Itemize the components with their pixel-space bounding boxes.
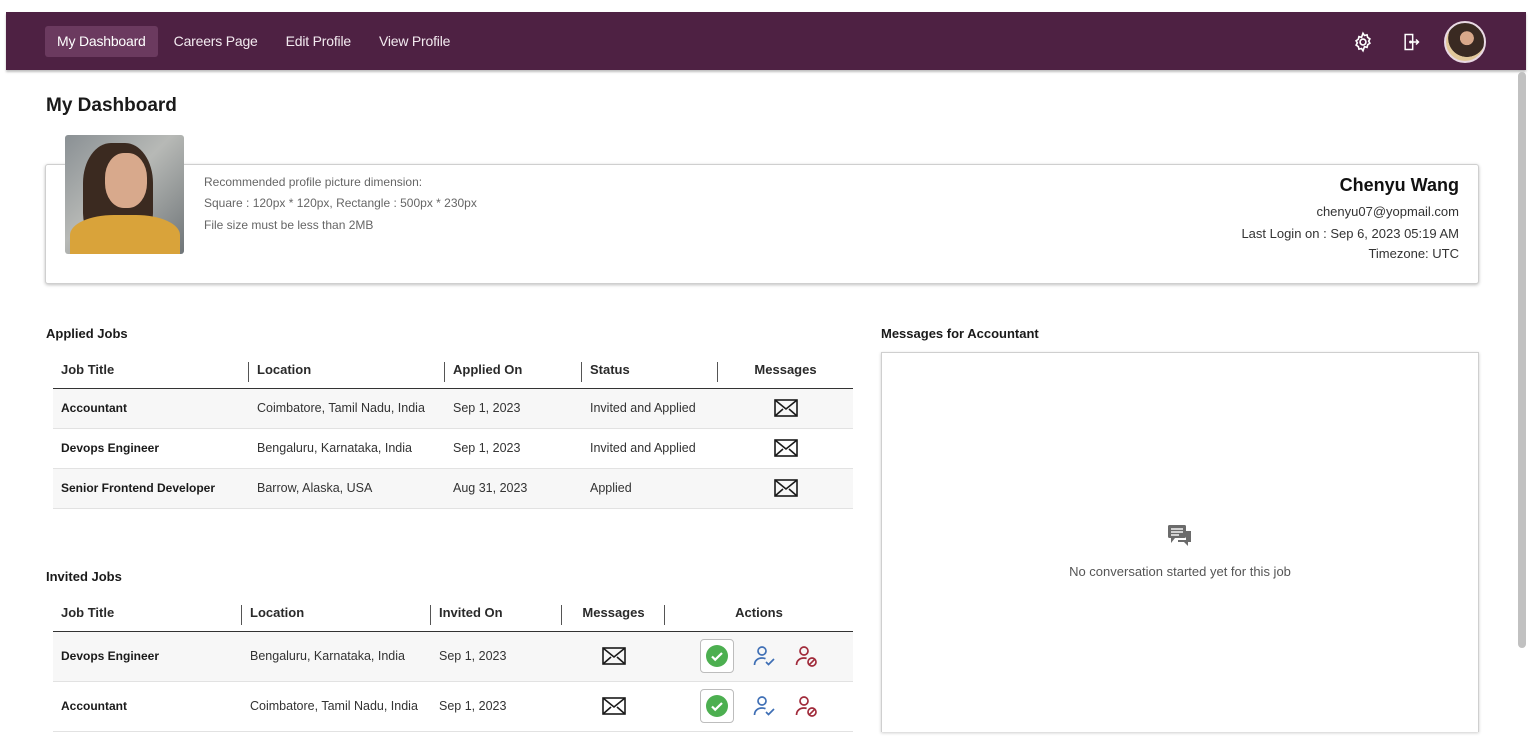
- location-cell: Bengaluru, Karnataka, India: [242, 631, 431, 682]
- mail-icon[interactable]: [773, 439, 798, 457]
- check-circle-icon: [706, 695, 728, 717]
- column-header: Actions: [735, 605, 783, 621]
- job-title-cell[interactable]: Accountant: [53, 681, 242, 732]
- date-cell: Sep 1, 2023: [431, 681, 562, 732]
- accept-button[interactable]: [700, 639, 734, 673]
- column-header: Applied On: [445, 352, 582, 388]
- job-title-cell[interactable]: Devops Engineer: [53, 631, 242, 682]
- profile-info: Chenyu Wang chenyu07@yopmail.com Last Lo…: [1241, 175, 1459, 264]
- actions-cell: [665, 681, 853, 732]
- column-header: Messages: [754, 362, 817, 378]
- column-header: Messages: [562, 595, 665, 631]
- column-header: Job Title: [53, 352, 249, 388]
- column-header: Invited On: [431, 595, 562, 631]
- job-title-cell[interactable]: Accountant: [53, 388, 249, 429]
- main-nav: My Dashboard Careers Page Edit Profile V…: [45, 26, 466, 57]
- check-circle-icon: [706, 645, 728, 667]
- messages-empty-text: No conversation started yet for this job: [1069, 564, 1291, 579]
- messages-cell: [562, 681, 665, 732]
- mail-icon[interactable]: [773, 479, 798, 497]
- messages-panel: No conversation started yet for this job: [881, 352, 1479, 732]
- mail-icon[interactable]: [601, 697, 626, 715]
- location-cell: Coimbatore, Tamil Nadu, India: [242, 681, 431, 732]
- status-cell: Invited and Applied: [582, 388, 718, 429]
- chat-icon: [1168, 525, 1191, 546]
- location-cell: Barrow, Alaska, USA: [249, 468, 445, 509]
- accept-button[interactable]: [700, 689, 734, 723]
- status-cell: Applied: [582, 468, 718, 509]
- profile-hint-filesize: File size must be less than 2MB: [204, 218, 374, 232]
- table-row: Accountant Coimbatore, Tamil Nadu, India…: [53, 388, 853, 429]
- messages-cell: [718, 388, 853, 429]
- job-title-cell[interactable]: Devops Engineer: [53, 428, 249, 469]
- column-header: Location: [242, 595, 431, 631]
- date-cell: Sep 1, 2023: [445, 388, 582, 429]
- table-row: Devops Engineer Bengaluru, Karnataka, In…: [53, 428, 853, 469]
- actions-cell: [665, 631, 853, 682]
- person-check-icon[interactable]: [752, 644, 776, 668]
- table-row: Devops Engineer Bengaluru, Karnataka, In…: [53, 631, 853, 682]
- location-cell: Coimbatore, Tamil Nadu, India: [249, 388, 445, 429]
- table-row: Accountant Coimbatore, Tamil Nadu, India…: [53, 681, 853, 732]
- date-cell: Sep 1, 2023: [431, 631, 562, 682]
- logout-icon[interactable]: [1396, 27, 1426, 57]
- status-cell: Invited and Applied: [582, 428, 718, 469]
- messages-cell: [562, 631, 665, 682]
- column-header: Location: [249, 352, 445, 388]
- profile-name: Chenyu Wang: [1339, 175, 1459, 195]
- top-icons: [1348, 21, 1486, 63]
- nav-item-careers-page[interactable]: Careers Page: [162, 26, 270, 57]
- profile-last-login: Last Login on : Sep 6, 2023 05:19 AM: [1241, 226, 1459, 241]
- column-header: Job Title: [53, 595, 242, 631]
- messages-empty-state: No conversation started yet for this job: [882, 523, 1478, 579]
- invited-jobs-table: Job Title Location Invited On Messages A…: [53, 595, 853, 732]
- date-cell: Aug 31, 2023: [445, 468, 582, 509]
- applied-jobs-table: Job Title Location Applied On Status Mes…: [53, 352, 853, 509]
- nav-item-my-dashboard[interactable]: My Dashboard: [45, 26, 158, 57]
- page-title: My Dashboard: [46, 95, 177, 116]
- nav-item-view-profile[interactable]: View Profile: [367, 26, 462, 57]
- invited-jobs-title: Invited Jobs: [46, 569, 122, 584]
- profile-hint-sizes: Square : 120px * 120px, Rectangle : 500p…: [204, 196, 477, 210]
- profile-email: chenyu07@yopmail.com: [1316, 204, 1459, 219]
- date-cell: Sep 1, 2023: [445, 428, 582, 469]
- table-row: Senior Frontend Developer Barrow, Alaska…: [53, 468, 853, 509]
- profile-photo[interactable]: [65, 135, 184, 254]
- mail-icon[interactable]: [601, 647, 626, 665]
- gear-icon[interactable]: [1348, 27, 1378, 57]
- messages-cell: [718, 428, 853, 469]
- top-navbar: My Dashboard Careers Page Edit Profile V…: [6, 12, 1526, 70]
- location-cell: Bengaluru, Karnataka, India: [249, 428, 445, 469]
- person-check-icon[interactable]: [752, 694, 776, 718]
- avatar[interactable]: [1444, 21, 1486, 63]
- column-header: Status: [582, 352, 718, 388]
- person-block-icon[interactable]: [794, 644, 818, 668]
- job-title-cell[interactable]: Senior Frontend Developer: [53, 468, 249, 509]
- profile-timezone: Timezone: UTC: [1368, 246, 1459, 261]
- messages-cell: [718, 468, 853, 509]
- mail-icon[interactable]: [773, 399, 798, 417]
- nav-item-edit-profile[interactable]: Edit Profile: [274, 26, 363, 57]
- messages-title: Messages for Accountant: [881, 326, 1039, 341]
- person-block-icon[interactable]: [794, 694, 818, 718]
- scrollbar[interactable]: [1518, 72, 1526, 648]
- applied-jobs-title: Applied Jobs: [46, 326, 128, 341]
- profile-hint-dimension: Recommended profile picture dimension:: [204, 175, 423, 189]
